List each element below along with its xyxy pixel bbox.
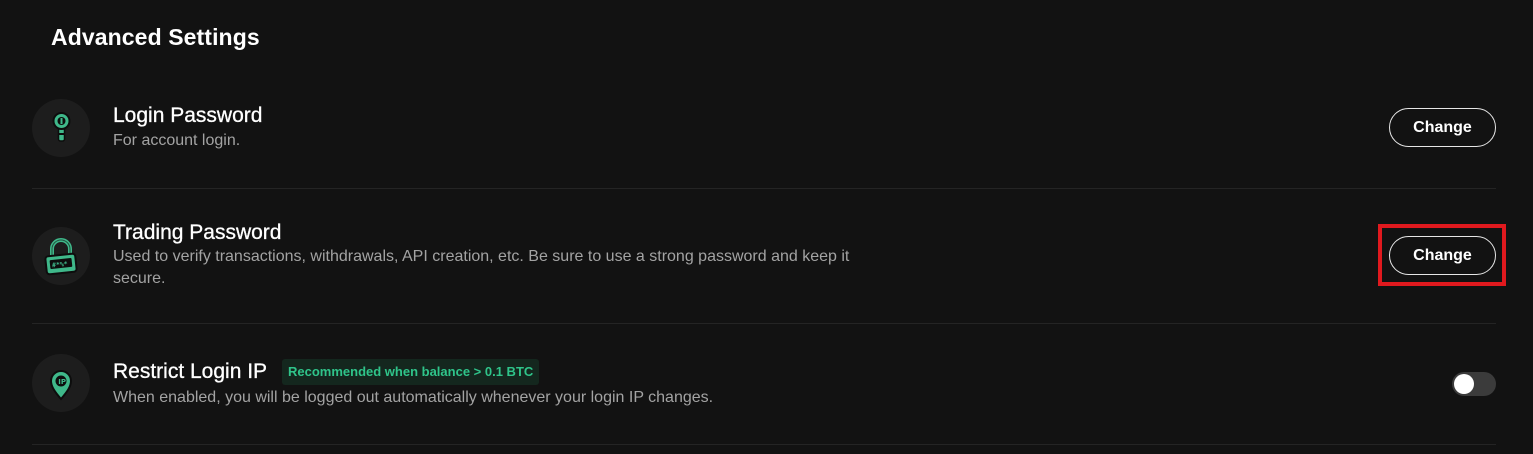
location-pin-icon: IP [32,354,90,412]
setting-row-login-password: Login Password For account login. Change [32,82,1496,189]
section-title: Advanced Settings [51,24,260,50]
setting-title: Trading Password [113,221,282,244]
setting-description: Used to verify transactions, withdrawals… [113,248,850,287]
setting-title: Login Password [113,104,263,127]
toggle-knob [1454,374,1474,394]
setting-title: Restrict Login IP [113,360,268,383]
key-icon [32,99,90,157]
recommendation-badge: Recommended when balance > 0.1 BTC [282,359,540,385]
setting-row-trading-password: #*%* Trading Password Used to verify tra… [32,188,1496,324]
setting-description: When enabled, you will be logged out aut… [113,389,714,406]
restrict-login-ip-toggle[interactable] [1452,372,1496,396]
change-trading-password-button[interactable]: Change [1389,236,1496,275]
padlock-icon: #*%* [32,227,90,285]
svg-text:#*%*: #*%* [52,260,68,270]
svg-text:IP: IP [58,378,66,386]
setting-description: For account login. [113,132,241,149]
change-login-password-button[interactable]: Change [1389,108,1496,147]
setting-row-restrict-login-ip: IP Restrict Login IP Recommended when ba… [32,323,1496,445]
